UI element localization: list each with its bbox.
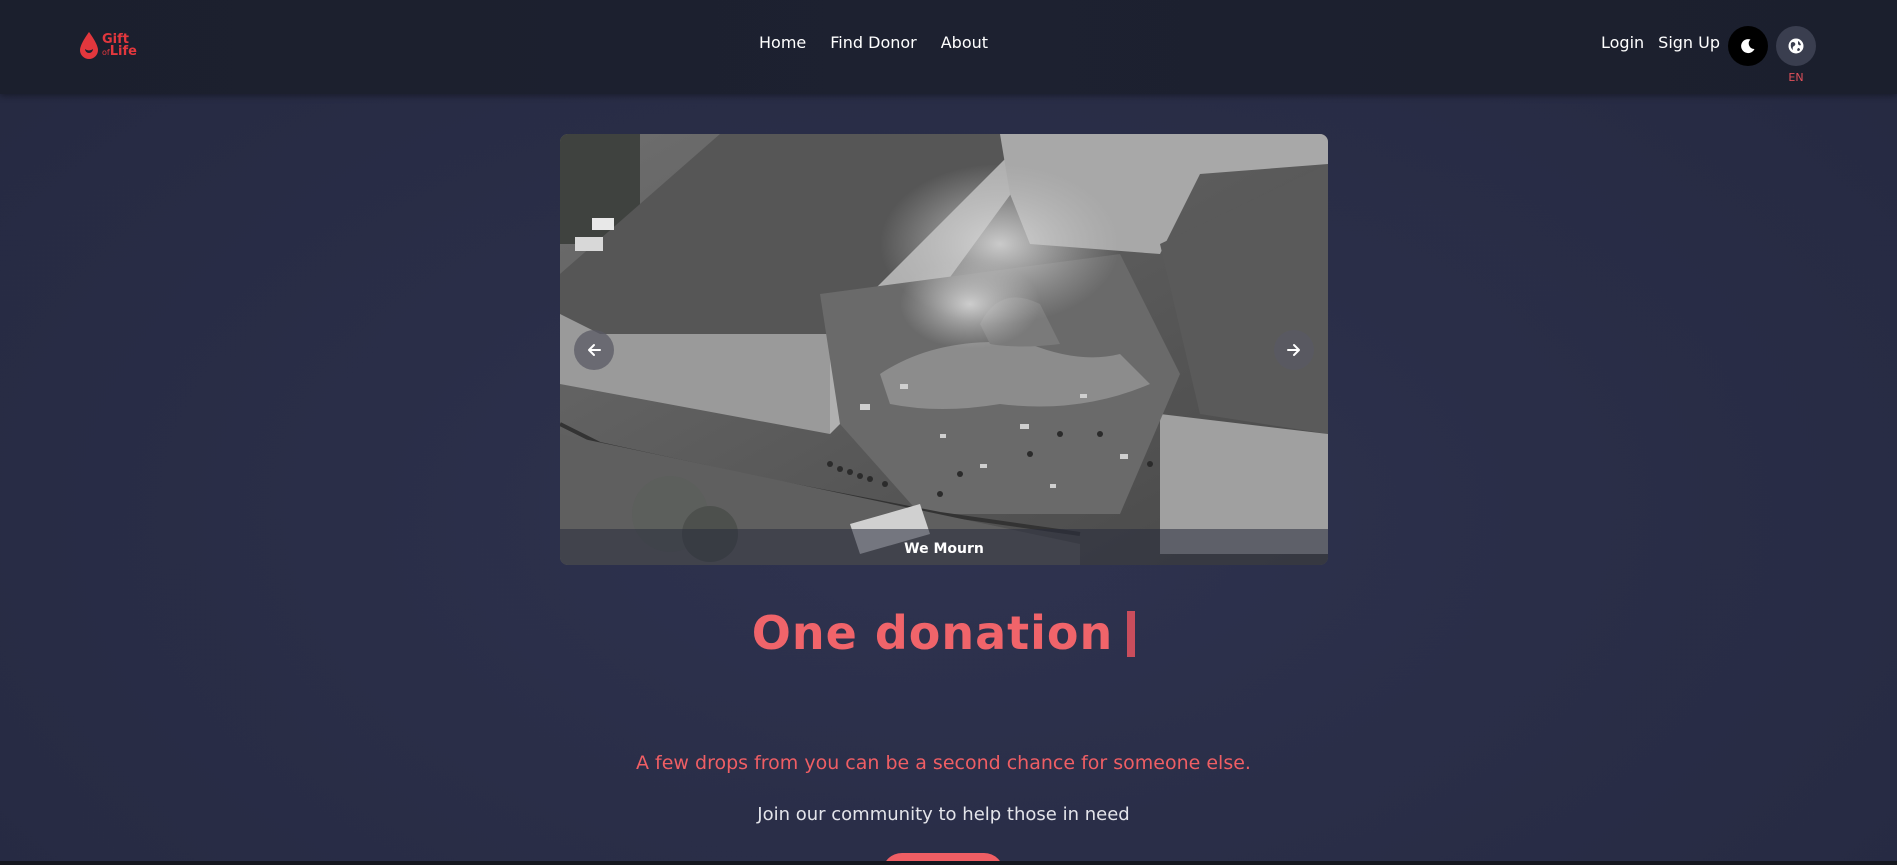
blood-drop-icon: [80, 32, 98, 59]
bottom-edge-divider: [0, 861, 1897, 865]
hero-subline: Join our community to help those in need: [757, 804, 1130, 825]
auth-links: Login Sign Up: [1601, 33, 1720, 52]
language-code-label: EN: [1788, 71, 1804, 84]
theme-toggle-button[interactable]: [1728, 26, 1768, 66]
arrow-right-icon: [1287, 344, 1300, 356]
arrow-left-icon: [588, 344, 601, 356]
typing-cursor: [1127, 611, 1136, 657]
hero-headline-text: One donation: [751, 606, 1114, 660]
language-button[interactable]: [1776, 26, 1816, 66]
hero-headline: One donation: [0, 606, 1887, 660]
carousel-caption: We Mourn: [904, 541, 984, 557]
hero-tagline: A few drops from you can be a second cha…: [636, 752, 1251, 774]
logo-wordmark: Gift ofLife: [102, 33, 137, 59]
login-link[interactable]: Login: [1601, 33, 1644, 52]
nav-about-link[interactable]: About: [941, 33, 988, 52]
carousel-prev-button[interactable]: [574, 330, 614, 370]
moon-icon: [1741, 39, 1755, 54]
main-nav: Home Find Donor About: [759, 33, 988, 52]
carousel-next-button[interactable]: [1274, 330, 1314, 370]
logo-word-of: of: [102, 47, 110, 57]
nav-home-link[interactable]: Home: [759, 33, 806, 52]
nav-find-donor-link[interactable]: Find Donor: [830, 33, 916, 52]
globe-icon: [1788, 38, 1804, 54]
top-navbar: Gift ofLife Home Find Donor About Login …: [0, 0, 1897, 94]
signup-link[interactable]: Sign Up: [1658, 33, 1720, 52]
image-carousel: We Mourn: [560, 134, 1328, 565]
carousel-image: [560, 134, 1328, 565]
gift-of-life-logo[interactable]: Gift ofLife: [78, 26, 158, 66]
logo-word-life: Life: [109, 43, 137, 59]
